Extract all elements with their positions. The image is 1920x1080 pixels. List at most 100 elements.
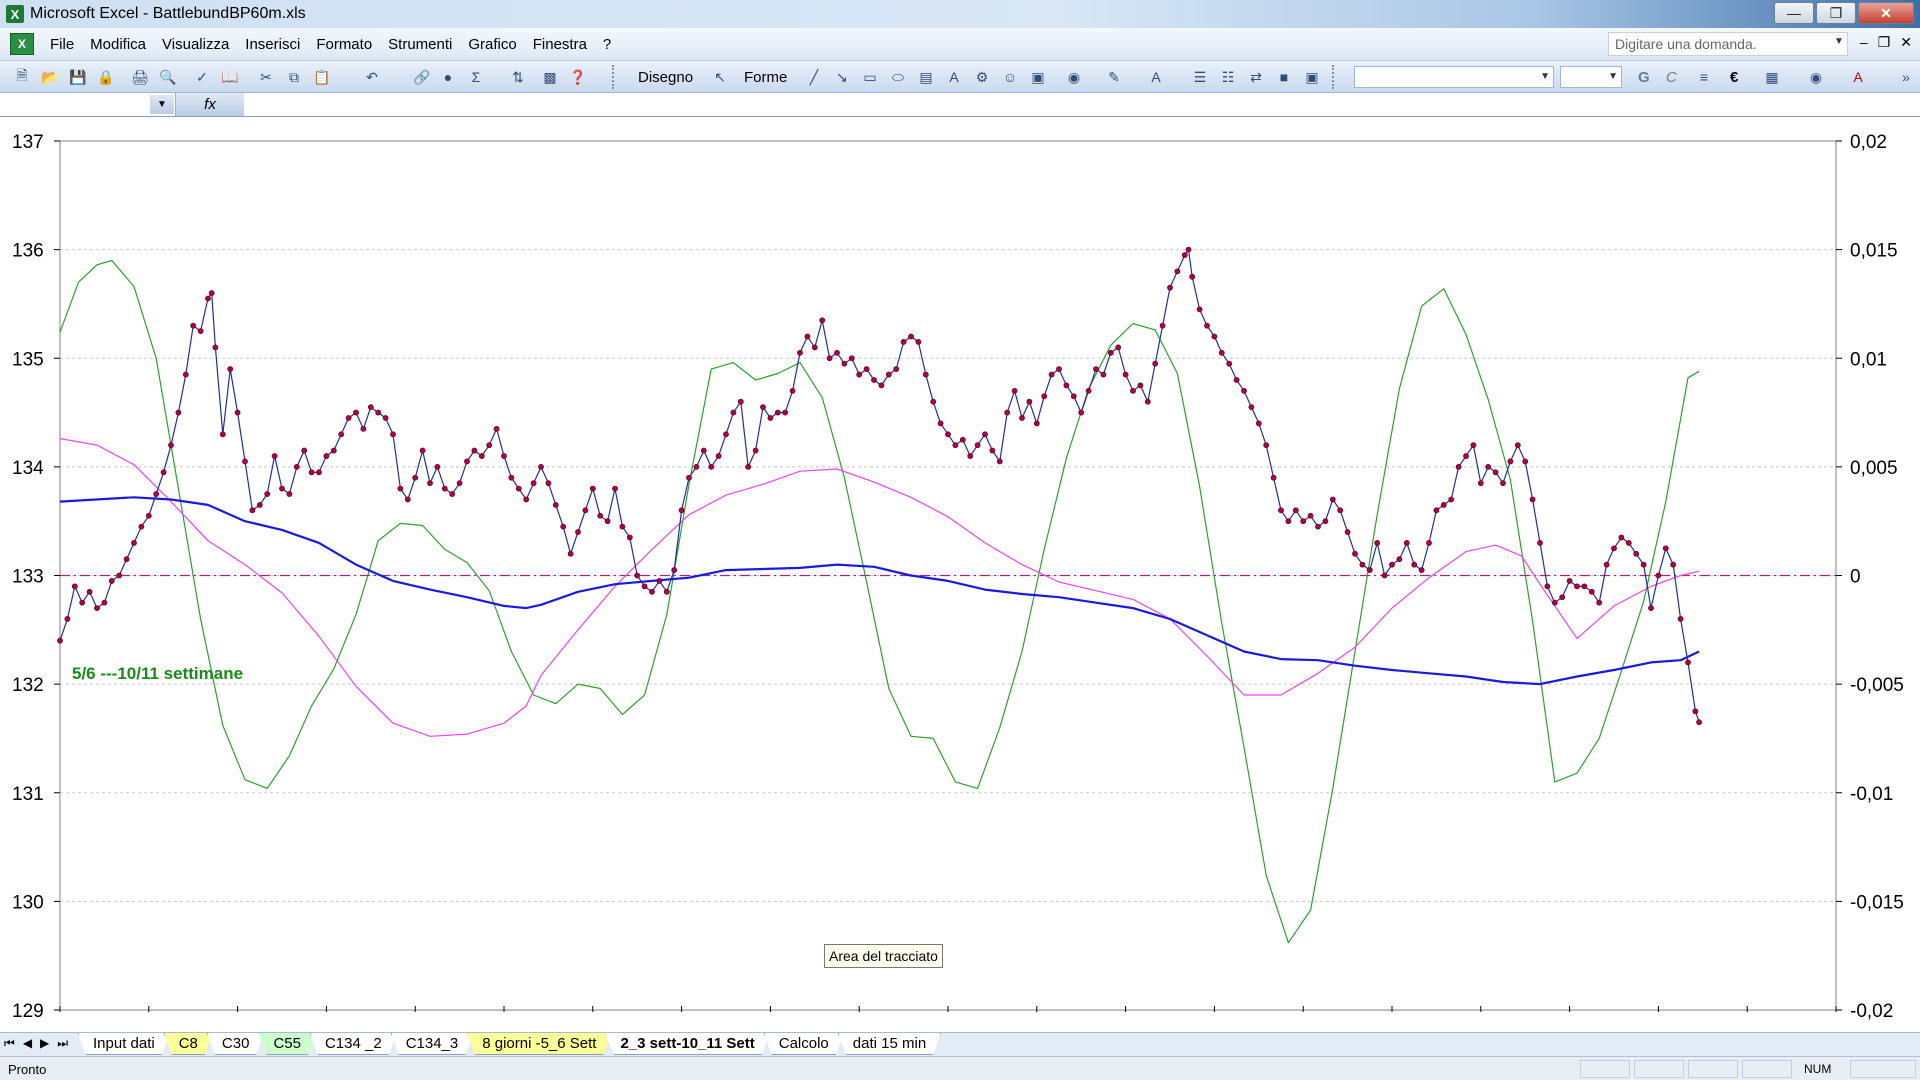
- data-point: [804, 333, 811, 340]
- italic-button[interactable]: C: [1666, 69, 1677, 86]
- sheet-tab[interactable]: C8: [164, 1033, 213, 1055]
- undo-icon[interactable]: ↶: [362, 67, 382, 87]
- title-bar: X Microsoft Excel - BattlebundBP60m.xls …: [0, 0, 1920, 28]
- shadow-icon[interactable]: ■: [1274, 67, 1294, 87]
- workbook-minimize-icon[interactable]: –: [1860, 34, 1868, 51]
- font-color-icon[interactable]: A: [1146, 67, 1166, 87]
- research-icon[interactable]: 📖: [220, 67, 240, 87]
- sheet-tab[interactable]: C30: [207, 1033, 265, 1055]
- menu-file[interactable]: File: [42, 36, 82, 53]
- line-icon[interactable]: ╱: [804, 67, 824, 87]
- print-preview-icon[interactable]: 🔍: [158, 67, 178, 87]
- data-point: [234, 409, 241, 416]
- new-document-icon[interactable]: 🗎: [12, 67, 32, 87]
- menu-strumenti[interactable]: Strumenti: [380, 36, 460, 53]
- prev-sheet-icon[interactable]: ◀: [23, 1036, 32, 1051]
- help-icon[interactable]: ❓: [568, 67, 588, 87]
- data-point: [678, 507, 685, 514]
- data-point: [1603, 561, 1610, 568]
- ask-question-input[interactable]: Digitare una domanda.: [1608, 32, 1848, 56]
- hyperlink-icon[interactable]: 🔗: [412, 67, 432, 87]
- sheet-tab[interactable]: Calcolo: [764, 1033, 844, 1055]
- menu-visualizza[interactable]: Visualizza: [154, 36, 237, 53]
- disegno-menu[interactable]: Disegno: [638, 69, 693, 86]
- print-icon[interactable]: 🖨: [130, 67, 150, 87]
- sheet-tab[interactable]: Input dati: [78, 1033, 170, 1055]
- arrow-style-icon[interactable]: ⇄: [1246, 67, 1266, 87]
- select-pointer-icon[interactable]: ↖: [710, 67, 730, 87]
- sheet-tab[interactable]: 2_3 sett-10_11 Sett: [605, 1033, 769, 1055]
- chart-wizard-icon[interactable]: ▩: [540, 67, 560, 87]
- arrow-icon[interactable]: ↘: [832, 67, 852, 87]
- sheet-tab[interactable]: 8 giorni -5_6 Sett: [467, 1033, 611, 1055]
- sheet-tab[interactable]: C134_3: [391, 1033, 474, 1055]
- fill-color-icon[interactable]: ◉: [1064, 67, 1084, 87]
- save-icon[interactable]: 💾: [68, 67, 88, 87]
- euro-button[interactable]: €: [1730, 69, 1738, 86]
- close-button[interactable]: ✕: [1858, 2, 1914, 24]
- data-point: [197, 328, 204, 334]
- font-size-combo[interactable]: ▼: [1560, 66, 1622, 88]
- diagram-icon[interactable]: ⚙: [972, 67, 992, 87]
- first-sheet-icon[interactable]: ⏮: [4, 1036, 15, 1051]
- cut-icon[interactable]: ✂: [256, 67, 276, 87]
- align-icon[interactable]: ≡: [1694, 67, 1714, 87]
- data-point: [1322, 518, 1329, 525]
- ask-dropdown-icon[interactable]: ▼: [1834, 36, 1844, 47]
- menu-inserisci[interactable]: Inserisci: [237, 36, 308, 53]
- textbox-icon[interactable]: ▤: [916, 67, 936, 87]
- toolbar-options-icon[interactable]: »: [1896, 67, 1916, 87]
- font-name-combo[interactable]: ▼: [1354, 66, 1554, 88]
- workbook-close-icon[interactable]: ✕: [1900, 34, 1912, 51]
- minimize-button[interactable]: —: [1774, 2, 1814, 24]
- insert-function-button[interactable]: fx: [176, 93, 244, 116]
- data-point: [1174, 268, 1181, 275]
- data-point: [271, 453, 278, 459]
- menu-modifica[interactable]: Modifica: [82, 36, 154, 53]
- copy-icon[interactable]: ⧉: [284, 67, 304, 87]
- right-tick-label: -0,02: [1850, 1001, 1893, 1022]
- sort-icon[interactable]: ⇅: [508, 67, 528, 87]
- paste-icon[interactable]: 📋: [312, 67, 332, 87]
- data-point: [1307, 512, 1314, 519]
- menu-help[interactable]: ?: [595, 36, 619, 53]
- toolbar-separator: [1332, 65, 1338, 89]
- dash-style-icon[interactable]: ☷: [1218, 67, 1238, 87]
- rectangle-icon[interactable]: ▭: [860, 67, 880, 87]
- spelling-icon[interactable]: ✓: [192, 67, 212, 87]
- workbook-restore-icon[interactable]: ❐: [1878, 34, 1891, 51]
- oval-icon[interactable]: ⬭: [888, 67, 908, 87]
- data-point: [900, 339, 907, 345]
- menu-finestra[interactable]: Finestra: [525, 36, 595, 53]
- data-point: [811, 344, 818, 351]
- menu-formato[interactable]: Formato: [308, 36, 380, 53]
- borders-icon[interactable]: ▦: [1762, 67, 1782, 87]
- line-style-icon[interactable]: ☰: [1190, 67, 1210, 87]
- autosum-icon[interactable]: Σ: [466, 67, 486, 87]
- bold-button[interactable]: G: [1638, 69, 1650, 86]
- workbook-icon[interactable]: X: [10, 33, 34, 55]
- line-color-icon[interactable]: ✎: [1104, 67, 1124, 87]
- text-color-icon[interactable]: A: [1848, 67, 1868, 87]
- next-sheet-icon[interactable]: ▶: [40, 1036, 49, 1051]
- menu-grafico[interactable]: Grafico: [460, 36, 524, 53]
- wordart-icon[interactable]: A: [944, 67, 964, 87]
- sheet-tab[interactable]: C55: [258, 1033, 316, 1055]
- restore-button[interactable]: ❐: [1816, 2, 1856, 24]
- sheet-tab[interactable]: C134 _2: [310, 1033, 397, 1055]
- last-sheet-icon[interactable]: ⏭: [57, 1036, 68, 1051]
- sheet-tab[interactable]: dati 15 min: [838, 1033, 941, 1055]
- fill-bucket-icon[interactable]: ◉: [1806, 67, 1826, 87]
- picture-icon[interactable]: ▣: [1028, 67, 1048, 87]
- 3d-style-icon[interactable]: ▣: [1302, 67, 1322, 87]
- clipart-icon[interactable]: ☺: [1000, 67, 1020, 87]
- forme-menu[interactable]: Forme: [744, 69, 787, 86]
- chart-plot[interactable]: 137 0,02 136 0,015 135 0,01 134 0,005 133 0 132 -0,…: [0, 117, 1920, 1032]
- name-box-dropdown-icon[interactable]: ▼: [150, 95, 174, 114]
- permission-icon[interactable]: 🔒: [96, 67, 116, 87]
- open-folder-icon[interactable]: 📂: [40, 67, 60, 87]
- data-point: [538, 463, 544, 470]
- chart-sheet[interactable]: 137 0,02 136 0,015 135 0,01 134 0,005 133 0 132 -0,…: [0, 117, 1920, 1032]
- chart-type-icon[interactable]: ●: [438, 67, 458, 87]
- data-point: [345, 415, 352, 421]
